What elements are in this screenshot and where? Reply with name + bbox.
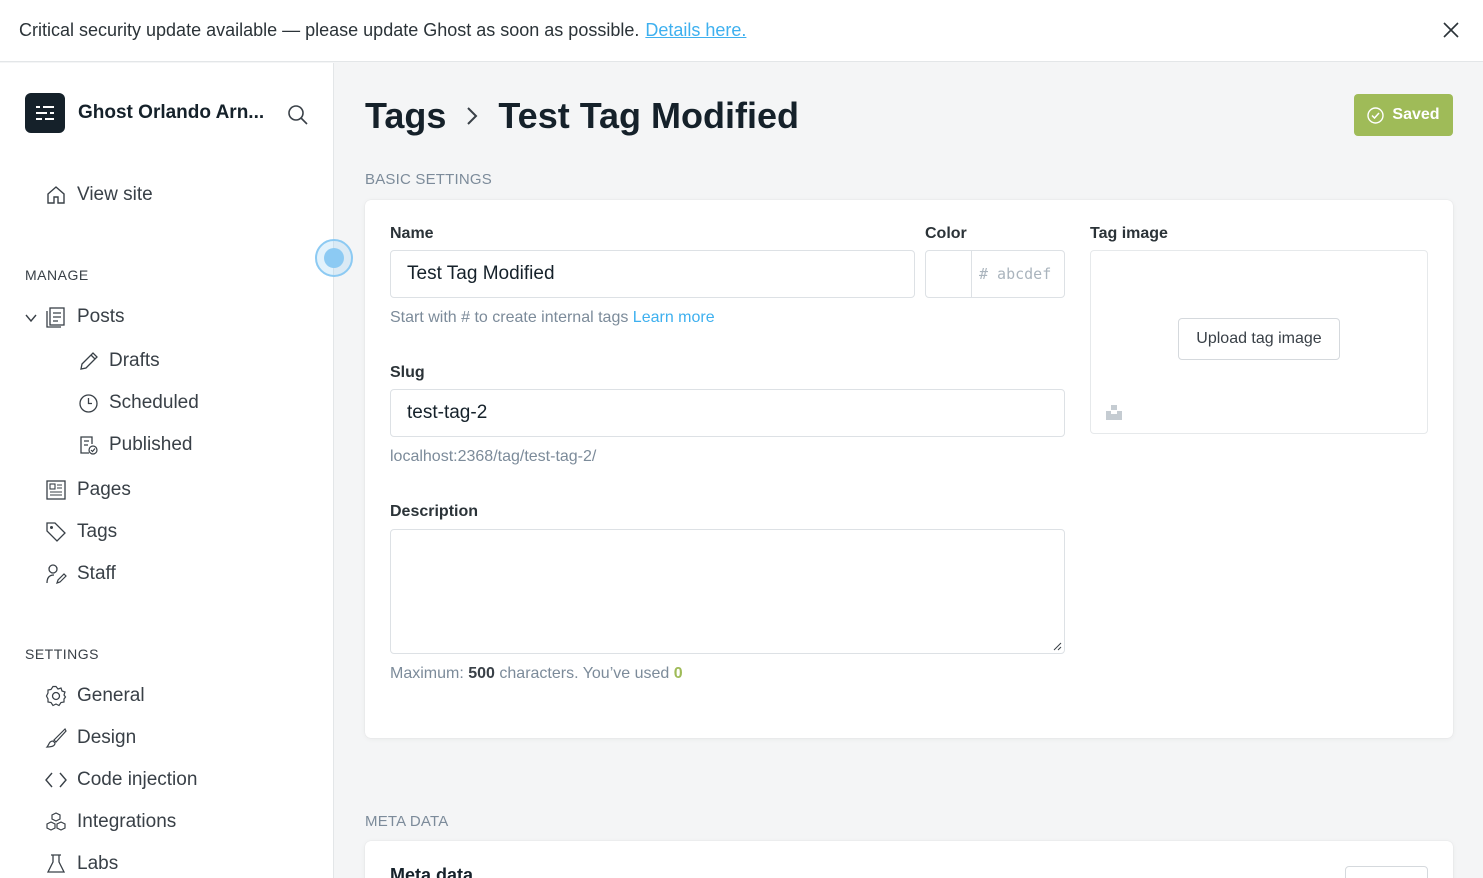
name-hint: Start with # to create internal tags Lea…	[390, 309, 715, 327]
page-title: Test Tag Modified	[498, 95, 800, 136]
gear-icon	[45, 685, 67, 707]
security-banner: Critical security update available — ple…	[0, 0, 1483, 62]
drafts-label: Drafts	[109, 350, 160, 371]
sidebar-item-pages[interactable]: Pages	[45, 479, 131, 501]
learn-more-link[interactable]: Learn more	[633, 309, 715, 326]
sidebar-item-design[interactable]: Design	[45, 727, 136, 749]
save-button-label: Saved	[1392, 106, 1440, 123]
meta-data-title: Meta data	[390, 865, 474, 878]
code-injection-label: Code injection	[77, 769, 198, 790]
general-label: General	[77, 685, 145, 706]
sidebar-item-tags[interactable]: Tags	[45, 521, 117, 543]
description-counter: Maximum: 500 characters. You’ve used 0	[390, 665, 683, 683]
design-label: Design	[77, 727, 137, 748]
integrations-icon	[46, 812, 66, 831]
breadcrumb: Tags Test Tag Modified	[365, 95, 799, 137]
breadcrumb-tags-link[interactable]: Tags	[365, 95, 446, 137]
color-field: # abcdef	[925, 250, 1065, 298]
counter-used: 0	[673, 665, 683, 682]
meta-data-heading: META DATA	[365, 813, 449, 830]
sidebar-item-labs[interactable]: Labs	[45, 853, 118, 875]
sidebar-item-integrations[interactable]: Integrations	[45, 811, 176, 833]
save-button[interactable]: Saved	[1354, 94, 1453, 136]
description-textarea[interactable]	[390, 529, 1065, 654]
manage-heading: MANAGE	[25, 267, 89, 283]
tag-image-dropzone[interactable]: Upload tag image	[1090, 250, 1428, 434]
staff-label: Staff	[77, 563, 116, 584]
check-circle-icon	[1367, 106, 1385, 124]
tags-label: Tags	[77, 521, 118, 542]
slug-input[interactable]: test-tag-2	[390, 389, 1065, 437]
pencil-icon	[80, 351, 98, 370]
site-name: Ghost Orlando Arn...	[78, 102, 265, 123]
staff-icon	[46, 564, 67, 584]
site-logo-icon	[25, 93, 65, 133]
description-label: Description	[390, 503, 479, 520]
flask-icon	[46, 854, 66, 873]
posts-icon	[46, 307, 65, 328]
site-brand[interactable]: Ghost Orlando Arn...	[25, 93, 270, 133]
sidebar-item-view-site[interactable]: View site	[45, 184, 153, 206]
pages-label: Pages	[77, 479, 131, 500]
color-input[interactable]: # abcdef	[972, 251, 1064, 297]
code-icon	[45, 772, 67, 788]
meta-data-expand-button[interactable]	[1345, 866, 1428, 878]
unsplash-icon[interactable]	[1104, 402, 1124, 422]
counter-prefix: Maximum:	[390, 665, 464, 682]
resize-handle-icon[interactable]	[1052, 641, 1062, 651]
posts-label: Posts	[77, 306, 125, 327]
tag-image-label: Tag image	[1090, 225, 1168, 242]
sidebar-item-code-injection[interactable]: Code injection	[45, 769, 197, 791]
name-input[interactable]: Test Tag Modified	[390, 250, 915, 298]
drag-handle[interactable]	[315, 239, 353, 277]
chevron-down-icon[interactable]	[24, 311, 38, 325]
name-hint-text: Start with # to create internal tags	[390, 309, 629, 326]
view-site-label: View site	[77, 184, 153, 205]
sidebar-item-posts[interactable]: Posts	[45, 306, 125, 328]
banner-details-link[interactable]: Details here.	[645, 20, 746, 41]
banner-message: Critical security update available — ple…	[19, 20, 640, 40]
sidebar-item-drafts[interactable]: Drafts	[78, 350, 160, 372]
color-label: Color	[925, 225, 967, 242]
upload-tag-image-button[interactable]: Upload tag image	[1178, 318, 1340, 360]
sidebar-item-scheduled[interactable]: Scheduled	[78, 392, 199, 414]
color-swatch[interactable]	[926, 251, 972, 297]
sidebar-item-published[interactable]: Published	[78, 434, 192, 456]
counter-mid: characters. You’ve used	[499, 665, 670, 682]
published-label: Published	[109, 434, 193, 455]
slug-label: Slug	[390, 364, 425, 381]
chevron-right-icon	[467, 107, 478, 125]
meta-data-card: Meta data	[365, 841, 1453, 878]
integrations-label: Integrations	[77, 811, 177, 832]
home-icon	[47, 186, 65, 204]
scheduled-label: Scheduled	[109, 392, 199, 413]
basic-settings-card: Name Test Tag Modified Start with # to c…	[365, 200, 1453, 738]
sidebar: Ghost Orlando Arn... View site MANAGE Po…	[0, 63, 353, 878]
sidebar-item-staff[interactable]: Staff	[45, 563, 116, 585]
brush-icon	[45, 727, 67, 748]
main-content: Tags Test Tag Modified Saved BASIC SETTI…	[335, 63, 1483, 878]
labs-label: Labs	[77, 853, 119, 874]
published-icon	[80, 435, 98, 455]
clock-icon	[79, 393, 98, 413]
name-label: Name	[390, 225, 434, 242]
close-icon[interactable]	[1441, 20, 1461, 40]
settings-heading: SETTINGS	[25, 646, 100, 662]
counter-max: 500	[468, 665, 495, 682]
pages-icon	[46, 480, 66, 500]
tag-icon	[46, 522, 66, 542]
basic-settings-heading: BASIC SETTINGS	[365, 171, 492, 188]
sidebar-item-general[interactable]: General	[45, 685, 145, 707]
search-icon[interactable]	[286, 103, 310, 127]
slug-url: localhost:2368/tag/test-tag-2/	[390, 448, 597, 465]
